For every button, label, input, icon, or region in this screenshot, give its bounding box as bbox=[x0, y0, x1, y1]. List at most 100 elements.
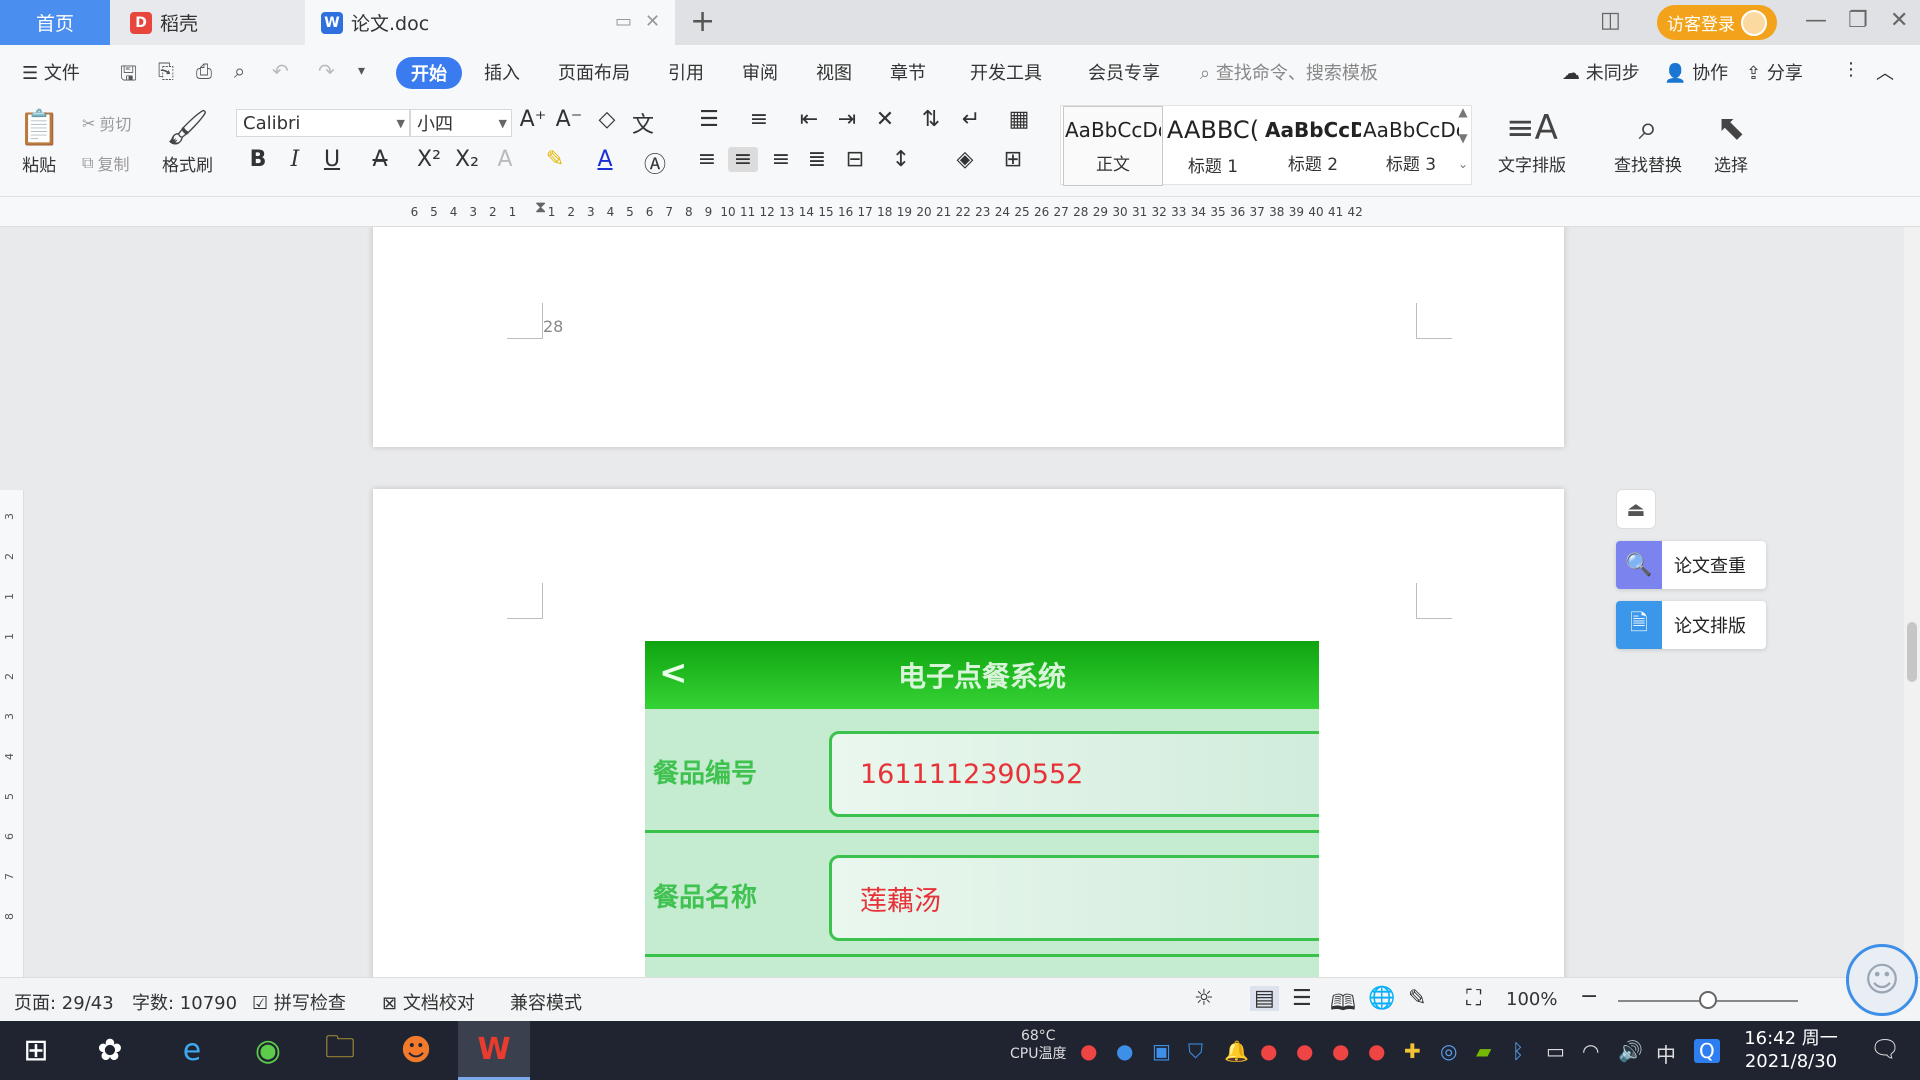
increase-indent-icon[interactable]: ⇥ bbox=[832, 107, 862, 132]
style-heading-3[interactable]: AaBbCcDc 标题 3 bbox=[1361, 106, 1461, 186]
web-view-icon[interactable]: 🌐 bbox=[1368, 986, 1395, 1011]
align-left-icon[interactable]: ≡ bbox=[692, 147, 722, 172]
collaborate-button[interactable]: 👤 协作 bbox=[1664, 59, 1728, 85]
paper-layout-button[interactable]: 🗎 论文排版 bbox=[1616, 601, 1766, 649]
sync-status-button[interactable]: ☁ 未同步 bbox=[1562, 59, 1640, 85]
close-tab-icon[interactable]: ✕ bbox=[645, 11, 660, 32]
cut-button[interactable]: ✂ 剪切 bbox=[82, 111, 131, 135]
tab-developer[interactable]: 开发工具 bbox=[970, 59, 1042, 85]
export-icon[interactable]: ⎘ bbox=[158, 59, 174, 83]
reading-view-icon[interactable]: 🕮 bbox=[1330, 986, 1356, 1024]
volume-icon[interactable]: 🔊 bbox=[1618, 1039, 1643, 1063]
tray-app-icon[interactable]: ● bbox=[1116, 1039, 1133, 1063]
font-name-select[interactable]: Calibri ▼ bbox=[236, 109, 410, 137]
word-count[interactable]: 字数: 10790 bbox=[132, 989, 237, 1015]
minimize-icon[interactable]: — bbox=[1805, 8, 1827, 33]
bluetooth-icon[interactable]: ᛒ bbox=[1512, 1039, 1524, 1063]
tab-home-ribbon[interactable]: 开始 bbox=[396, 57, 462, 89]
style-scroll-down-icon[interactable]: ▼ bbox=[1448, 131, 1478, 145]
text-layout-button[interactable]: ≡A 文字排版 bbox=[1498, 105, 1566, 176]
tab-review[interactable]: 审阅 bbox=[742, 59, 778, 85]
cpu-temperature-widget[interactable]: 68°C CPU温度 bbox=[1010, 1027, 1066, 1063]
action-center-icon[interactable]: 🗨 bbox=[1870, 1035, 1900, 1063]
decrease-indent-icon[interactable]: ⇤ bbox=[794, 107, 824, 132]
tab-view[interactable]: 视图 bbox=[816, 59, 852, 85]
vertical-scrollbar[interactable] bbox=[1904, 227, 1920, 977]
tray-app-icon[interactable]: ▣ bbox=[1152, 1039, 1171, 1063]
text-effect-icon[interactable]: A bbox=[490, 147, 520, 172]
game-app-icon[interactable]: ☻ bbox=[384, 1021, 448, 1080]
underline-icon[interactable]: U bbox=[317, 147, 347, 172]
subscript-icon[interactable]: X₂ bbox=[452, 147, 482, 172]
proofread-button[interactable]: ⊠ 文档校对 bbox=[382, 989, 475, 1015]
distribute-icon[interactable]: ⊟ bbox=[840, 147, 870, 172]
ime-indicator[interactable]: 中 bbox=[1656, 1039, 1676, 1068]
tab-references[interactable]: 引用 bbox=[668, 59, 704, 85]
page-count[interactable]: 页面: 29/43 bbox=[14, 989, 114, 1015]
qq-icon[interactable]: ● bbox=[1368, 1039, 1385, 1063]
tab-chapter[interactable]: 章节 bbox=[890, 59, 926, 85]
style-heading-2[interactable]: AaBbCcD 标题 2 bbox=[1263, 106, 1363, 186]
justify-icon[interactable]: ≣ bbox=[802, 147, 832, 172]
style-scroll-up-icon[interactable]: ▲ bbox=[1448, 105, 1478, 119]
select-button[interactable]: ⬉ 选择 bbox=[1714, 105, 1748, 176]
style-more-icon[interactable]: ⌄ bbox=[1448, 157, 1478, 171]
guest-login-button[interactable]: 访客登录 bbox=[1657, 5, 1777, 40]
zoom-level[interactable]: 100% bbox=[1506, 989, 1557, 1010]
collapse-panel-icon[interactable]: ⏏ bbox=[1616, 489, 1656, 529]
style-normal[interactable]: AaBbCcDd 正文 bbox=[1063, 106, 1163, 186]
tray-app-icon[interactable]: ● bbox=[1080, 1039, 1097, 1063]
shield-icon[interactable]: ⛉ bbox=[1188, 1039, 1203, 1063]
tab-page-layout[interactable]: 页面布局 bbox=[558, 59, 630, 85]
share-button[interactable]: ⇪ 分享 bbox=[1746, 59, 1803, 85]
ruler-toggle-icon[interactable]: ▦ bbox=[1004, 107, 1034, 132]
tab-insert[interactable]: 插入 bbox=[484, 59, 520, 85]
align-center-icon[interactable]: ≡ bbox=[728, 147, 758, 172]
show-marks-icon[interactable]: ↵ bbox=[956, 107, 986, 132]
battery-icon[interactable]: ▭ bbox=[1546, 1039, 1565, 1063]
paper-check-button[interactable]: 🔍 论文查重 bbox=[1616, 541, 1766, 589]
line-spacing-icon[interactable]: ↕ bbox=[886, 147, 916, 172]
qq-icon[interactable]: ● bbox=[1296, 1039, 1313, 1063]
font-size-select[interactable]: 小四 ▼ bbox=[410, 109, 512, 137]
tab-daoke[interactable]: D 稻壳 bbox=[110, 0, 305, 45]
zoom-slider-handle[interactable] bbox=[1699, 991, 1717, 1009]
new-tab-button[interactable]: + bbox=[690, 4, 715, 39]
numbered-list-icon[interactable]: ≡ bbox=[744, 107, 774, 132]
command-search[interactable]: ⌕ 查找命令、搜索模板 bbox=[1200, 59, 1378, 85]
print-preview-icon[interactable]: ⌕ bbox=[234, 59, 245, 83]
layout-toggle-icon[interactable]: ◫ bbox=[1600, 8, 1621, 33]
align-right-icon[interactable]: ≡ bbox=[766, 147, 796, 172]
qq-icon[interactable]: ● bbox=[1260, 1039, 1277, 1063]
write-mode-icon[interactable]: ✎ bbox=[1408, 986, 1426, 1011]
internet-explorer-icon[interactable]: e bbox=[160, 1021, 224, 1080]
char-border-icon[interactable]: Ⓐ bbox=[640, 147, 670, 179]
paste-button[interactable]: 📋 粘贴 bbox=[18, 105, 60, 176]
outline-view-icon[interactable]: ☰ bbox=[1292, 986, 1312, 1011]
bold-icon[interactable]: B bbox=[243, 147, 273, 172]
phonetic-guide-icon[interactable]: 文 bbox=[628, 107, 658, 139]
pin-window-icon[interactable]: ▭ bbox=[615, 11, 632, 32]
nvidia-icon[interactable]: ▰ bbox=[1476, 1039, 1491, 1063]
wps-taskbar-icon[interactable]: W bbox=[458, 1021, 530, 1080]
pinwheel-app-icon[interactable]: ✿ bbox=[78, 1021, 142, 1080]
restore-icon[interactable]: ❐ bbox=[1848, 8, 1868, 33]
format-painter-button[interactable]: 🖌 格式刷 bbox=[162, 105, 213, 176]
spell-check-button[interactable]: ☑ 拼写检查 bbox=[252, 989, 346, 1015]
fit-page-icon[interactable]: ⛶ bbox=[1466, 986, 1481, 1011]
file-explorer-icon[interactable]: 🗀 bbox=[308, 1021, 372, 1080]
bullet-list-icon[interactable]: ☰ bbox=[694, 107, 724, 132]
more-options-icon[interactable]: ⋮ bbox=[1842, 59, 1860, 80]
tab-document[interactable]: W 论文.doc ▭ ✕ bbox=[305, 0, 675, 45]
previous-page[interactable]: 28 bbox=[373, 227, 1564, 447]
horizontal-ruler[interactable]: ⧗ 6 5 4 3 2 1 1 2 3 4 5 6 7 8 9 10 11 12 13 14 15 16 17 18 19 20 2… bbox=[0, 197, 1920, 227]
qq-icon[interactable]: ● bbox=[1332, 1039, 1349, 1063]
style-heading-1[interactable]: AABBC( 标题 1 bbox=[1163, 106, 1263, 186]
superscript-icon[interactable]: X² bbox=[414, 147, 444, 172]
font-color-icon[interactable]: A bbox=[590, 147, 620, 172]
document-workspace[interactable]: 28 < 电子点餐系统 餐品编号 1611112390552 餐品名称 莲藕汤 bbox=[24, 227, 1904, 977]
borders-icon[interactable]: ⊞ bbox=[998, 147, 1028, 172]
close-window-icon[interactable]: ✕ bbox=[1890, 8, 1908, 33]
notification-bell-icon[interactable]: 🔔 bbox=[1224, 1039, 1249, 1063]
strikethrough-icon[interactable]: A bbox=[365, 147, 395, 172]
